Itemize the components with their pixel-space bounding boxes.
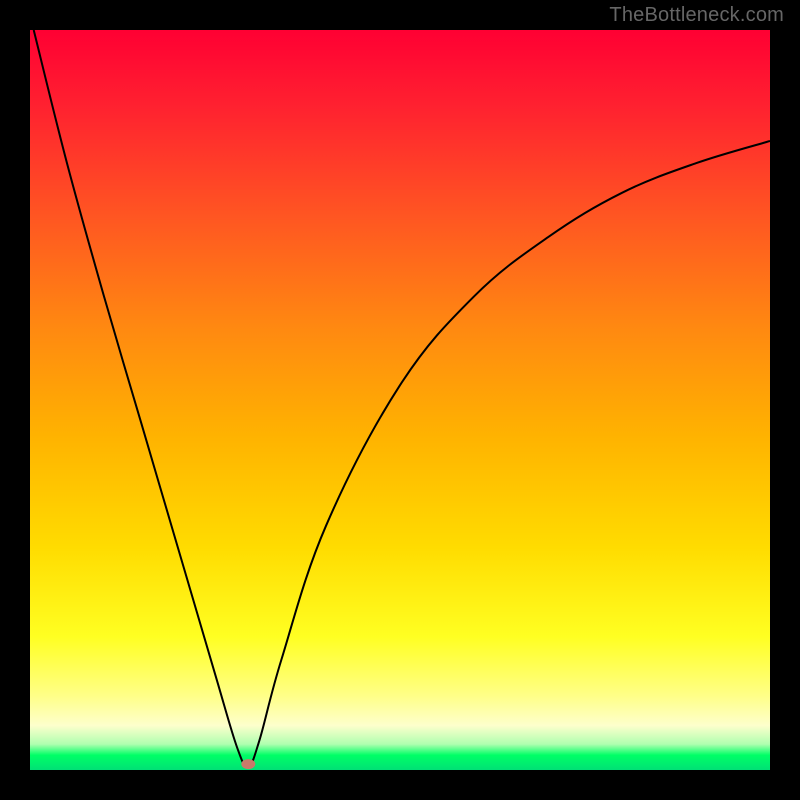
curve-svg: [30, 30, 770, 770]
bottleneck-curve: [34, 30, 770, 767]
plot-area: [30, 30, 770, 770]
watermark-text: TheBottleneck.com: [609, 4, 784, 27]
minimum-marker: [241, 759, 255, 769]
chart-container: TheBottleneck.com: [0, 0, 800, 800]
